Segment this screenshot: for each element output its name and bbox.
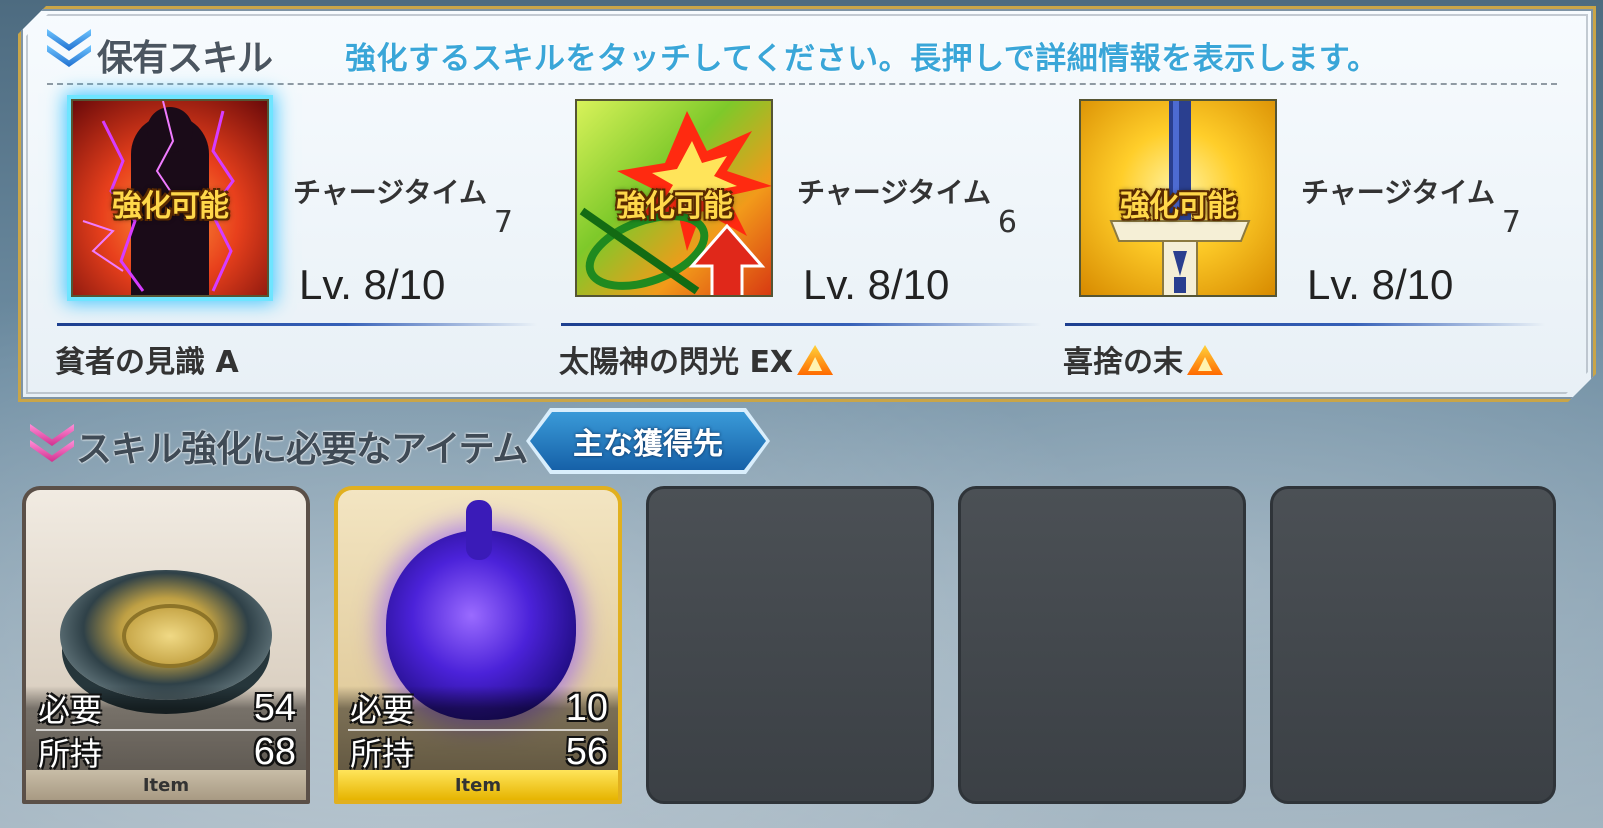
owned-count: 68 xyxy=(253,730,296,773)
charge-time-value: 6 xyxy=(997,205,1017,240)
owned-label: 所持 xyxy=(350,735,415,773)
empty-item-slot xyxy=(646,486,934,804)
required-count: 54 xyxy=(253,686,296,729)
required-row: 必要 54 xyxy=(38,686,296,730)
owned-label: 所持 xyxy=(38,735,103,773)
skill-slot-1[interactable]: 強化可能 チャージタイム 7 Lv. 8/10 貧者の見識 A xyxy=(71,99,541,391)
section-chevron-icon xyxy=(30,424,74,464)
required-count: 10 xyxy=(565,686,608,729)
item-card-1[interactable]: 必要 54 所持 68 Item xyxy=(22,486,310,804)
owned-count: 56 xyxy=(565,730,608,773)
empty-item-slot xyxy=(958,486,1246,804)
skill-name: 喜捨の末 xyxy=(1063,337,1223,381)
upgrade-arrow-icon xyxy=(1187,345,1223,375)
enhance-available-label: 強化可能 xyxy=(1120,189,1236,224)
skill-divider xyxy=(57,323,537,326)
item-footer-label: Item xyxy=(26,770,306,800)
required-label: 必要 xyxy=(350,691,415,729)
skills-section-title: 保有スキル xyxy=(97,38,273,79)
items-section-title: スキル強化に必要なアイテム xyxy=(76,429,528,470)
required-row: 必要 10 xyxy=(350,686,608,730)
skill-level: Lv. 8/10 xyxy=(803,261,950,308)
skill-slot-3[interactable]: 強化可能 チャージタイム 7 Lv. 8/10 喜捨の末 xyxy=(1079,99,1549,391)
skill-divider xyxy=(561,323,1041,326)
owned-row: 所持 56 xyxy=(350,730,608,774)
instruction-text: 強化するスキルをタッチしてください。長押しで詳細情報を表示します。 xyxy=(345,41,1379,77)
charge-time-value: 7 xyxy=(1501,205,1521,240)
skill-level: Lv. 8/10 xyxy=(1307,261,1454,308)
divider xyxy=(47,83,1557,85)
item-stats: 必要 10 所持 56 xyxy=(338,686,618,776)
skills-panel: 保有スキル 強化するスキルをタッチしてください。長押しで詳細情報を表示します。 … xyxy=(18,6,1596,402)
skill-icon-shadow-figure[interactable]: 強化可能 xyxy=(71,99,269,297)
section-chevron-icon xyxy=(47,29,91,69)
charge-time-value: 7 xyxy=(493,205,513,240)
skill-divider xyxy=(1065,323,1545,326)
skill-icon-sword[interactable]: 強化可能 xyxy=(1079,99,1277,297)
skill-name: 貧者の見識 A xyxy=(55,345,239,380)
owned-row: 所持 68 xyxy=(38,730,296,774)
item-footer-label: Item xyxy=(338,770,618,800)
skill-name: 太陽神の閃光 EX xyxy=(559,337,833,381)
main-source-button[interactable]: 主な獲得先 xyxy=(530,412,766,470)
empty-item-slot xyxy=(1270,486,1556,804)
enhance-available-label: 強化可能 xyxy=(112,189,228,224)
required-label: 必要 xyxy=(38,691,103,729)
upgrade-arrow-icon xyxy=(797,345,833,375)
skill-slot-2[interactable]: 強化可能 チャージタイム 6 Lv. 8/10 太陽神の閃光 EX xyxy=(575,99,1045,391)
skill-icon-burst-arrow[interactable]: 強化可能 xyxy=(575,99,773,297)
skill-level: Lv. 8/10 xyxy=(299,261,446,308)
item-stats: 必要 54 所持 68 xyxy=(26,686,306,776)
enhance-available-label: 強化可能 xyxy=(616,189,732,224)
item-card-2[interactable]: 必要 10 所持 56 Item xyxy=(334,486,622,804)
